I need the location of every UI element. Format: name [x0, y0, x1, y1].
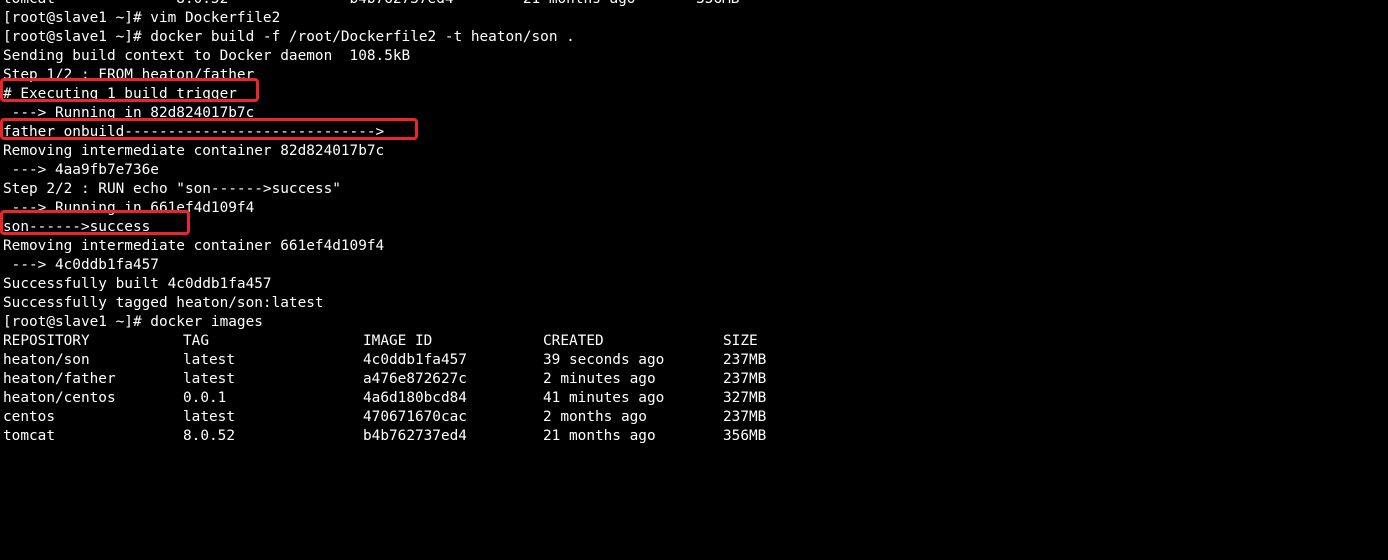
cell-size: 237MB — [723, 352, 767, 368]
output-successfully-tagged: Successfully tagged heaton/son:latest — [3, 295, 324, 311]
output-removing-container-2: Removing intermediate container 661ef4d1… — [3, 238, 385, 254]
cell-image-id: b4b762737ed4 — [363, 428, 467, 444]
output-running-2: ---> Running in 661ef4d109f4 — [3, 200, 255, 216]
highlight-box-executing-trigger — [0, 78, 259, 102]
cell-size: 356MB — [723, 428, 767, 444]
terminal-output: tomcat 8.0.52 b4b762737ed4 21 months ago… — [3, 0, 1383, 446]
header-repository: REPOSITORY — [3, 333, 90, 349]
cell-tag: latest — [183, 371, 235, 387]
highlight-box-son-success — [0, 210, 190, 235]
table-row: heaton/son latest 4c0ddb1fa457 39 second… — [3, 351, 1383, 370]
images-table-header: REPOSITORY TAG IMAGE ID CREATED SIZE — [3, 332, 1383, 351]
cell-repository: heaton/centos — [3, 390, 116, 406]
cell-tag: 0.0.1 — [183, 390, 227, 406]
output-removing-container-1: Removing intermediate container 82d82401… — [3, 143, 385, 159]
cell-created: 2 minutes ago — [543, 371, 656, 387]
command-docker-build: [root@slave1 ~]# docker build -f /root/D… — [3, 29, 575, 45]
output-successfully-built: Successfully built 4c0ddb1fa457 — [3, 276, 272, 292]
output-line-previous-tomcat: tomcat 8.0.52 b4b762737ed4 21 months ago… — [3, 0, 1383, 9]
cell-size: 237MB — [723, 371, 767, 387]
cell-repository: heaton/father — [3, 371, 116, 387]
command-vim-dockerfile: [root@slave1 ~]# vim Dockerfile2 — [3, 10, 281, 26]
cell-tag: latest — [183, 352, 235, 368]
highlight-box-father-onbuild — [0, 118, 418, 140]
table-row: heaton/father latest a476e872627c 2 minu… — [3, 370, 1383, 389]
table-row: centos latest 470671670cac 2 months ago … — [3, 408, 1383, 427]
output-son-success: son------>success — [3, 219, 151, 235]
cell-image-id: a476e872627c — [363, 371, 467, 387]
table-row: heaton/centos 0.0.1 4a6d180bcd84 41 minu… — [3, 389, 1383, 408]
output-step-2: Step 2/2 : RUN echo "son------>success" — [3, 181, 341, 197]
cell-tag: 8.0.52 — [183, 428, 235, 444]
cell-size: 237MB — [723, 409, 767, 425]
output-layer-1: ---> 4aa9fb7e736e — [3, 162, 159, 178]
command-docker-images: [root@slave1 ~]# docker images — [3, 314, 263, 330]
output-build-context: Sending build context to Docker daemon 1… — [3, 48, 411, 64]
table-row: tomcat 8.0.52 b4b762737ed4 21 months ago… — [3, 427, 1383, 446]
terminal-window[interactable]: { "terminal": { "lines_before_table": [ … — [0, 0, 1388, 446]
header-tag: TAG — [183, 333, 209, 349]
cell-created: 41 minutes ago — [543, 390, 665, 406]
cell-size: 327MB — [723, 390, 767, 406]
cell-created: 39 seconds ago — [543, 352, 665, 368]
header-image-id: IMAGE ID — [363, 333, 433, 349]
header-size: SIZE — [723, 333, 758, 349]
header-created: CREATED — [543, 333, 604, 349]
cell-repository: heaton/son — [3, 352, 90, 368]
cell-repository: tomcat — [3, 428, 55, 444]
cell-created: 2 months ago — [543, 409, 647, 425]
output-layer-2: ---> 4c0ddb1fa457 — [3, 257, 159, 273]
cell-image-id: 470671670cac — [363, 409, 467, 425]
cell-tag: latest — [183, 409, 235, 425]
cell-created: 21 months ago — [543, 428, 656, 444]
cell-image-id: 4c0ddb1fa457 — [363, 352, 467, 368]
cell-image-id: 4a6d180bcd84 — [363, 390, 467, 406]
cell-repository: centos — [3, 409, 55, 425]
